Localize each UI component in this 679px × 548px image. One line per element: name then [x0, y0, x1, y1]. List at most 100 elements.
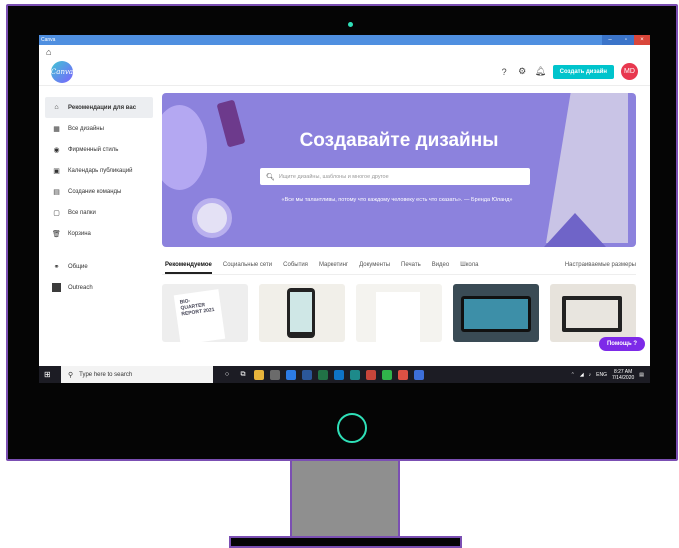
template-thumbnail[interactable] [550, 284, 636, 342]
category-tabs: Рекомендуемое Социальные сети События Ма… [162, 262, 636, 275]
language-indicator[interactable]: ENG [596, 372, 607, 378]
sidebar-item-shared[interactable]: ⚭ Общие [39, 256, 157, 277]
sidebar-item-label: Создание команды [68, 188, 122, 195]
search-placeholder: Ищите дизайны, шаблоны и многое другое [278, 173, 389, 180]
folder-icon: ▢ [53, 209, 60, 217]
chrome-icon[interactable] [414, 369, 424, 380]
canva-logo[interactable]: Canva [51, 60, 73, 83]
clock[interactable]: 8:27 AM 7/14/2020 [612, 369, 634, 381]
tab-events[interactable]: События [283, 262, 308, 274]
tab-video[interactable]: Видео [432, 262, 450, 274]
app-icon[interactable] [350, 369, 360, 380]
main-content: Создавайте дизайны 🔍︎ Ищите дизайны, шаб… [157, 86, 650, 358]
tablet-mockup [461, 296, 531, 332]
task-view-icon[interactable]: ⧉ [238, 370, 248, 380]
excel-icon[interactable] [318, 369, 328, 380]
sidebar: ⌂ Рекомендации для вас ▦ Все дизайны ◉ Ф… [39, 86, 157, 358]
home-icon[interactable]: ⌂ [46, 47, 51, 57]
hero-banner: Создавайте дизайны 🔍︎ Ищите дизайны, шаб… [162, 93, 636, 247]
search-icon: ⚲ [68, 371, 74, 379]
app-icon[interactable] [270, 369, 280, 380]
minimize-button[interactable]: – [602, 35, 618, 45]
sidebar-item-content-planner[interactable]: ▣ Календарь публикаций [39, 160, 157, 181]
sidebar-item-label: Фирменный стиль [68, 146, 119, 153]
gear-icon[interactable]: ⚙ [517, 66, 528, 77]
sidebar-item-all-designs[interactable]: ▦ Все дизайны [39, 118, 157, 139]
clock-time: 8:27 AM [613, 368, 633, 375]
app-icon[interactable] [382, 369, 392, 380]
sidebar-item-recommendations[interactable]: ⌂ Рекомендации для вас [45, 97, 153, 118]
team-icon: ▤ [53, 188, 60, 196]
monitor: Canva – ▫ × ⌂ Canva ? ⚙ 🔔︎ Создать дизай… [0, 0, 679, 548]
maximize-button[interactable]: ▫ [618, 35, 634, 45]
app-header: Canva ? ⚙ 🔔︎ Создать дизайн MD [39, 58, 650, 86]
close-button[interactable]: × [634, 35, 650, 45]
sidebar-item-outreach[interactable]: Outreach [39, 277, 157, 298]
sidebar-item-all-folders[interactable]: ▢ Все папки [39, 202, 157, 223]
sidebar-item-label: Рекомендации для вас [68, 104, 137, 111]
system-tray: ⌃ ◢ ♪ ENG 8:27 AM 7/14/2020 ▤ [571, 369, 650, 381]
tab-documents[interactable]: Документы [359, 262, 390, 274]
taskbar-search-input[interactable]: ⚲ Type here to search [61, 366, 213, 383]
monitor-stand [290, 461, 400, 537]
tab-print[interactable]: Печать [401, 262, 421, 274]
laptop-mockup [562, 296, 622, 332]
people-icon: ⚭ [53, 263, 60, 271]
tab-marketing[interactable]: Маркетинг [319, 262, 348, 274]
window-controls: – ▫ × [602, 35, 650, 45]
tab-school[interactable]: Школа [460, 262, 478, 274]
header-actions: ? ⚙ 🔔︎ Создать дизайн MD [499, 63, 638, 80]
notifications-icon[interactable]: ▤ [639, 372, 644, 378]
search-icon: 🔍︎ [266, 173, 275, 181]
taskbar-search-placeholder: Type here to search [79, 371, 133, 378]
taskbar-apps: ○ ⧉ [222, 369, 424, 380]
network-icon[interactable]: ◢ [580, 372, 584, 378]
team-avatar-icon [52, 283, 61, 292]
help-button[interactable]: Помощь ? [598, 337, 645, 351]
tab-recommended[interactable]: Рекомендуемое [165, 262, 212, 274]
skype-icon[interactable] [286, 369, 296, 380]
window-titlebar: Canva – ▫ × [39, 35, 650, 45]
windows-start-icon[interactable]: ⊞ [44, 370, 58, 379]
home-icon: ⌂ [54, 104, 59, 111]
word-icon[interactable] [302, 369, 312, 380]
volume-icon[interactable]: ♪ [589, 372, 592, 378]
calendar-icon: ▣ [53, 167, 60, 175]
monitor-base [229, 536, 462, 548]
create-design-button[interactable]: Создать дизайн [552, 64, 614, 79]
trash-icon: 🗑 [52, 230, 61, 238]
search-input[interactable]: 🔍︎ Ищите дизайны, шаблоны и многое друго… [260, 168, 530, 185]
brand-icon: ◉ [53, 146, 60, 154]
sidebar-item-label: Все дизайны [68, 125, 104, 132]
template-thumbnail[interactable] [453, 284, 539, 342]
sidebar-item-label: Корзина [68, 230, 91, 237]
sidebar-item-label: Календарь публикаций [68, 167, 133, 174]
grid-icon: ▦ [53, 125, 60, 133]
template-thumbnails: BIO-QUARTER REPORT 2021 [162, 284, 636, 342]
menu-card [376, 292, 420, 342]
file-explorer-icon[interactable] [254, 369, 264, 380]
chrome-icon[interactable] [398, 369, 408, 380]
cortana-icon[interactable]: ○ [222, 370, 232, 380]
vscode-icon[interactable] [334, 369, 344, 380]
nav-row: ⌂ [39, 45, 650, 58]
report-cover: BIO-QUARTER REPORT 2021 [173, 289, 226, 342]
help-icon[interactable]: ? [499, 67, 510, 77]
template-thumbnail[interactable] [356, 284, 442, 342]
tab-social[interactable]: Социальные сети [223, 262, 272, 274]
swatches-image [546, 93, 628, 243]
app-body: ⌂ Рекомендации для вас ▦ Все дизайны ◉ Ф… [39, 86, 650, 358]
sidebar-item-trash[interactable]: 🗑 Корзина [39, 223, 157, 244]
hero-title: Создавайте дизайны [299, 130, 499, 151]
template-thumbnail[interactable] [259, 284, 345, 342]
custom-size-button[interactable]: Настраиваемые размеры [565, 262, 636, 274]
sidebar-item-label: Все папки [68, 209, 96, 216]
sidebar-item-brand-kit[interactable]: ◉ Фирменный стиль [39, 139, 157, 160]
avatar[interactable]: MD [621, 63, 638, 80]
template-thumbnail[interactable]: BIO-QUARTER REPORT 2021 [162, 284, 248, 342]
sidebar-item-create-team[interactable]: ▤ Создание команды [39, 181, 157, 202]
app-icon[interactable] [366, 369, 376, 380]
chevron-up-icon[interactable]: ⌃ [571, 372, 575, 378]
bell-icon[interactable]: 🔔︎ [535, 66, 546, 77]
sidebar-divider [39, 244, 157, 256]
